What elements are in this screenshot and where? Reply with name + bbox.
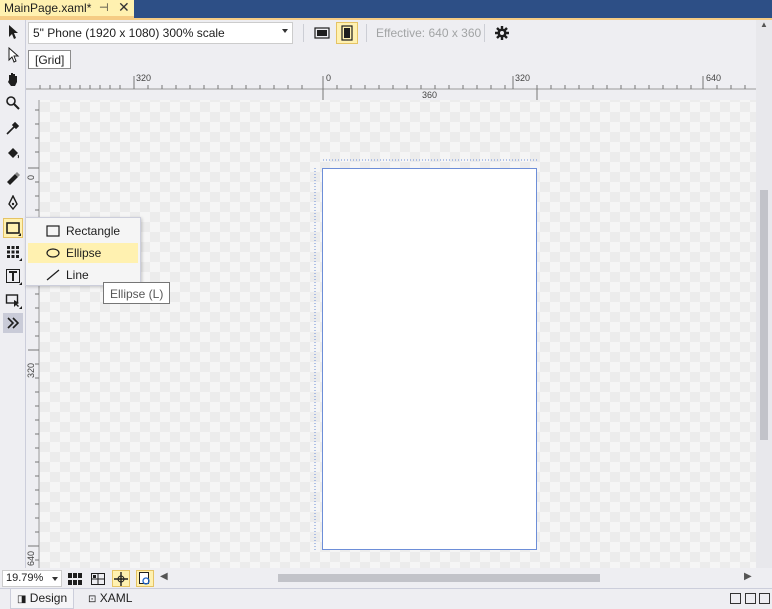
grid-layout-tool[interactable] — [3, 242, 23, 262]
design-toolbar: 5" Phone (1920 x 1080) 300% scale Effect… — [26, 20, 756, 46]
close-icon[interactable]: ✕ — [118, 0, 130, 16]
ruler-label: 320 — [136, 73, 152, 83]
horizontal-scroll-thumb[interactable] — [278, 574, 600, 582]
snaplines-icon — [114, 571, 128, 586]
eyedropper-tool[interactable] — [3, 118, 23, 138]
settings-button[interactable] — [492, 23, 512, 43]
scroll-right-icon[interactable]: ▶ — [744, 571, 752, 582]
scroll-left-icon[interactable]: ◀ — [160, 571, 168, 582]
ruler-width-label: 360 — [422, 90, 438, 100]
document-tab-mainpage[interactable]: MainPage.xaml* ⊣ ✕ — [0, 0, 134, 18]
flyout-indicator — [19, 282, 22, 285]
collapse-pane-icon[interactable] — [759, 593, 770, 604]
line-icon — [46, 269, 60, 281]
text-tool[interactable] — [3, 266, 23, 286]
scroll-up-icon[interactable]: ▲ — [760, 20, 768, 29]
ruler-label: 640 — [26, 550, 36, 566]
design-canvas[interactable] — [40, 92, 756, 568]
shape-tools-flyout: Rectangle Ellipse Line — [25, 217, 141, 286]
tools-panel — [0, 20, 26, 568]
device-dropdown[interactable]: 5" Phone (1920 x 1080) 300% scale — [28, 22, 293, 44]
phone-page-artboard[interactable] — [322, 168, 537, 550]
snap-grid-icon — [91, 572, 105, 585]
landscape-button[interactable] — [311, 22, 333, 44]
eyedropper-icon — [6, 121, 20, 135]
flyout-item-ellipse[interactable]: Ellipse — [28, 243, 138, 263]
ruler-label: 640 — [706, 73, 722, 83]
gradient-tool[interactable] — [3, 168, 23, 188]
magnifier-icon — [6, 96, 20, 110]
vertical-scrollbar[interactable]: ▲ — [756, 20, 772, 568]
zoom-value: 19.79% — [6, 572, 44, 584]
vertical-ruler-ticks — [28, 100, 40, 568]
document-tab-title: MainPage.xaml* — [4, 1, 92, 15]
hollow-arrow-icon — [8, 47, 20, 63]
design-icon: ◨ — [17, 594, 27, 605]
horizontal-split-icon[interactable] — [745, 593, 756, 604]
snap-to-snaplines-button[interactable] — [112, 570, 130, 587]
flyout-item-label: Ellipse — [66, 246, 102, 260]
breadcrumb-grid[interactable]: [Grid] — [28, 50, 72, 69]
paint-bucket-icon — [8, 148, 19, 159]
ruler-label: 320 — [515, 73, 531, 83]
flyout-item-label: Rectangle — [66, 224, 121, 238]
portrait-button[interactable] — [336, 22, 358, 44]
horizontal-scrollbar[interactable]: ◀ ▶ — [160, 570, 756, 586]
pan-tool[interactable] — [3, 69, 23, 89]
device-dropdown-value: 5" Phone (1920 x 1080) 300% scale — [33, 26, 225, 40]
double-chevron-right-icon — [7, 317, 20, 329]
ruler-label: 0 — [326, 73, 332, 83]
gradient-icon — [7, 172, 20, 185]
ruler-label: 320 — [26, 362, 36, 378]
project-code-button[interactable] — [136, 570, 154, 587]
effective-resolution: Effective: 640 x 360 — [376, 26, 482, 40]
control-tool[interactable] — [3, 290, 23, 310]
pin-icon[interactable]: ⊣ — [99, 1, 109, 14]
flyout-item-label: Line — [66, 268, 89, 282]
refresh-document-icon — [139, 571, 150, 585]
zoom-tool[interactable] — [3, 93, 23, 113]
flyout-indicator — [19, 306, 22, 309]
show-grid-button[interactable] — [66, 570, 84, 587]
portrait-icon — [341, 25, 353, 41]
landscape-icon — [314, 27, 330, 39]
dropdown-caret-icon — [282, 29, 288, 33]
flyout-indicator — [18, 233, 21, 236]
vertical-scroll-thumb[interactable] — [760, 190, 768, 440]
rectangle-icon — [46, 225, 60, 237]
toolbar-separator — [366, 24, 367, 42]
snap-to-grid-button[interactable] — [89, 570, 107, 587]
tooltip: Ellipse (L) — [103, 282, 171, 304]
pen-tool[interactable] — [3, 193, 23, 213]
dropdown-caret-icon — [52, 577, 58, 581]
assets-tool[interactable] — [3, 313, 23, 333]
horizontal-ruler: 320 0 320 640 360 — [26, 72, 756, 100]
zoom-dropdown[interactable]: 19.79% — [2, 570, 62, 587]
flyout-indicator — [19, 258, 22, 261]
xaml-icon: ⊡ — [88, 594, 97, 605]
toolbar-separator — [303, 24, 304, 42]
direct-selection-tool[interactable] — [3, 45, 23, 65]
selection-tool[interactable] — [3, 22, 23, 42]
document-tab-strip: MainPage.xaml* ⊣ ✕ — [0, 0, 772, 18]
ellipse-icon — [46, 248, 60, 258]
paint-bucket-tool[interactable] — [3, 143, 23, 163]
tab-xaml[interactable]: ⊡ XAML — [88, 591, 132, 605]
ruler-label: 0 — [26, 174, 36, 180]
rectangle-tool[interactable] — [3, 218, 23, 238]
flyout-item-rectangle[interactable]: Rectangle — [28, 221, 138, 241]
vertical-split-icon[interactable] — [730, 593, 741, 604]
arrow-icon — [9, 25, 18, 39]
tab-design-label: Design — [29, 591, 68, 605]
tab-design[interactable]: ◨ Design — [10, 589, 75, 609]
view-tabs-bar: ◨ Design ⊡ XAML — [0, 588, 772, 609]
gear-icon — [495, 26, 509, 40]
hand-icon — [8, 73, 17, 86]
tab-xaml-label: XAML — [99, 591, 133, 605]
breadcrumb-bar: [Grid] — [26, 48, 756, 72]
vertical-ruler: 0 640 320 640 — [26, 100, 40, 568]
pen-icon — [8, 195, 18, 211]
grid-icon — [68, 572, 82, 585]
toolbar-separator — [484, 24, 485, 42]
